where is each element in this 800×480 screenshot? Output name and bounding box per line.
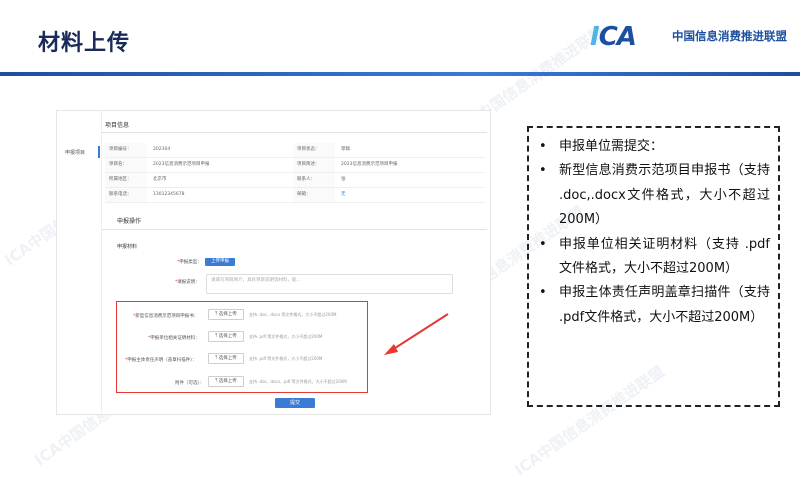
section-operation-title: 申报操作: [117, 218, 142, 225]
table-row: 所属地区： 北京市 联系人： 张: [105, 173, 485, 188]
list-item: 申报主体责任声明盖章扫描件（支持 .pdf文件格式，大小不超过200M）: [535, 281, 770, 330]
submit-button[interactable]: 提交: [275, 398, 315, 408]
ica-logo-mark: ICA: [590, 22, 637, 52]
ica-logo: ICA 中国信息消费推进联盟: [590, 18, 790, 54]
info-label: 邮箱：: [293, 188, 335, 202]
info-value: 北京市: [153, 177, 167, 182]
info-value: 草稿: [341, 147, 350, 152]
arrow-icon: [384, 313, 449, 355]
info-label: 项目名：: [105, 158, 147, 172]
logo-text: 中国信息消费推进联盟: [672, 29, 787, 43]
subsection-materials-title: 申报材料: [117, 244, 138, 250]
nav-item-declare[interactable]: 申报项目: [65, 149, 85, 156]
table-row: 项目名： 2023信息消费示范项目申报 项目简述： 2023信息消费示范项目申报: [105, 158, 485, 173]
section-project-info-title: 项目信息: [105, 122, 130, 129]
section-divider: [102, 229, 487, 230]
info-label: 联系人：: [293, 173, 335, 187]
info-label: 联系电话：: [105, 188, 147, 202]
info-value[interactable]: 无: [335, 188, 481, 202]
info-label: 项目状态：: [293, 143, 335, 157]
list-item: 申报单位相关证明材料（支持 .pdf文件格式，大小不超过200M）: [535, 233, 770, 282]
slide-title: 材料上传: [38, 31, 131, 56]
info-value: 2023信息消费示范项目申报: [341, 162, 398, 167]
info-label: 所属地区：: [105, 173, 147, 187]
info-label: 项目简述：: [293, 158, 335, 172]
section-divider: [102, 132, 487, 133]
nav-active-indicator: [98, 146, 100, 158]
table-row: 联系电话： 13012345678 邮箱： 无: [105, 188, 485, 203]
highlight-box: [116, 301, 368, 393]
header-divider: [0, 72, 800, 76]
table-row: 项目编号： 202304 项目状态： 草稿: [105, 143, 485, 158]
project-info-table: 项目编号： 202304 项目状态： 草稿 项目名： 2023信息消费示范项目申…: [105, 143, 485, 203]
declare-type-label: *申报类型：: [177, 260, 202, 265]
side-nav: 申报项目: [57, 111, 102, 414]
list-item: 新型信息消费示范项目申报书（支持 .doc,.docx文件格式，大小不超过200…: [535, 159, 770, 232]
remark-textarea[interactable]: 请填写项目简介，具有项目说明等材料，能...: [206, 274, 453, 294]
info-label: 项目编号：: [105, 143, 147, 157]
info-value: 张: [341, 177, 346, 182]
remark-label: *填报说明：: [175, 280, 200, 285]
list-item: 申报单位需提交：: [535, 135, 770, 160]
info-value: 2023信息消费示范项目申报: [153, 162, 210, 167]
info-value: 202304: [153, 147, 171, 152]
declare-type-option[interactable]: 上传申报: [205, 258, 235, 266]
requirements-callout: 申报单位需提交： 新型信息消费示范项目申报书（支持 .doc,.docx文件格式…: [527, 126, 780, 407]
requirements-list: 申报单位需提交： 新型信息消费示范项目申报书（支持 .doc,.docx文件格式…: [535, 135, 770, 330]
info-value: 13012345678: [153, 192, 185, 197]
